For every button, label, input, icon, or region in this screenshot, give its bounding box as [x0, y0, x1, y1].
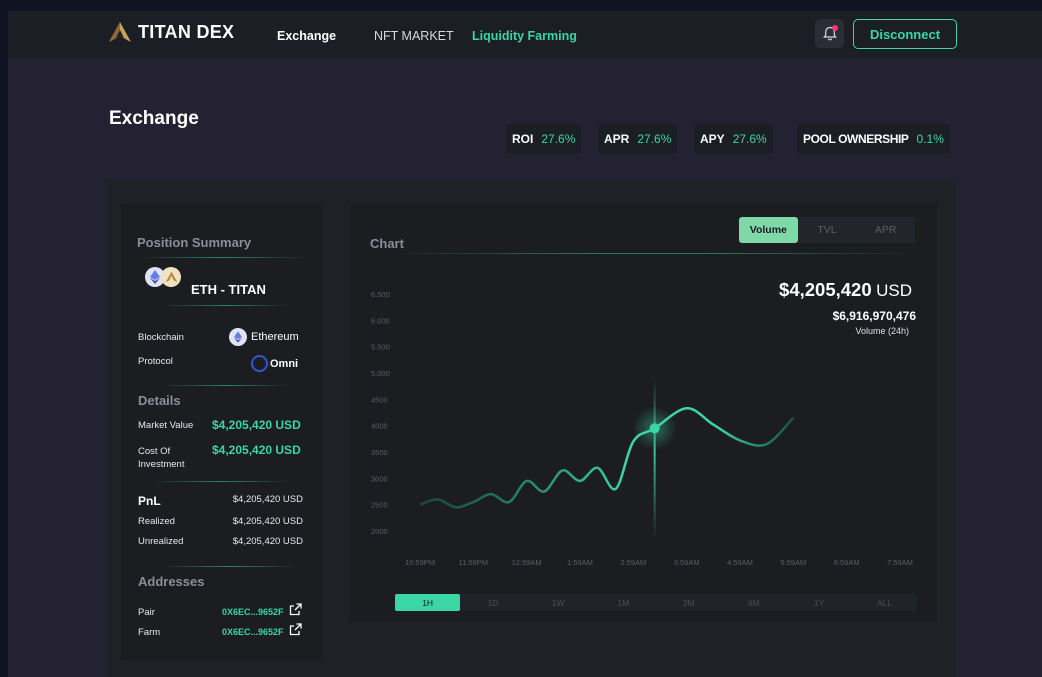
y-tick-label: 6.000 [371, 316, 390, 325]
blockchain-name: Ethereum [251, 331, 299, 343]
position-summary-panel: Position Summary ETH - TITAN Blockchain … [121, 204, 323, 660]
x-tick-label: 1:59AM [567, 558, 593, 567]
y-tick-label: 2000 [371, 527, 388, 536]
timeframe-1m[interactable]: 1M [591, 594, 656, 611]
realized-value: $4,205,420 USD [232, 516, 303, 527]
y-tick-label: 2500 [371, 501, 388, 510]
protocol-value: Omni [251, 355, 298, 372]
stat-label: POOL OWNERSHIP [803, 132, 909, 146]
volume-series-line [419, 407, 795, 509]
y-tick-label: 5.000 [371, 369, 390, 378]
realized-label: Realized [138, 516, 175, 527]
ethereum-icon [229, 328, 247, 346]
stat-apr: APR 27.6% [598, 124, 678, 154]
divider [161, 385, 291, 386]
volume-line-chart: 6.500 6.000 5.500 5.000 4500 4000 3500 3000 2500… [371, 290, 913, 567]
timeframe-1w[interactable]: 1W [526, 594, 591, 611]
x-tick-label: 5:59AM [780, 558, 806, 567]
stat-label: ROI [512, 132, 534, 146]
crosshair-line [653, 379, 656, 539]
stat-value: 0.1% [916, 132, 944, 146]
divider [161, 566, 301, 567]
brand-logo[interactable]: TITAN DEX [108, 21, 234, 43]
farm-address-label: Farm [138, 627, 161, 638]
disconnect-button[interactable]: Disconnect [853, 19, 957, 49]
details-title: Details [138, 393, 181, 408]
x-tick-label: 6:59AM [834, 558, 860, 567]
chart-panel: Chart Volume TVL APR $4,205,420 USD $6,9… [350, 204, 937, 622]
farm-address[interactable]: 0X6EC...9652F [222, 627, 284, 637]
pnl-label: PnL [138, 494, 161, 508]
highlight-point[interactable] [649, 423, 660, 434]
market-value: $4,205,420 USD [212, 418, 301, 432]
titan-logo-icon [109, 22, 131, 42]
pair-name: ETH - TITAN [191, 282, 266, 297]
market-value-label: Market Value [138, 420, 194, 431]
stat-value: 27.6% [541, 132, 576, 146]
divider [151, 481, 291, 482]
protocol-label: Protocol [138, 356, 173, 367]
notification-badge [832, 25, 838, 31]
pair-address-label: Pair [138, 607, 155, 618]
cost-of-investment-label: Cost Of Investment [138, 446, 185, 470]
stat-label: APR [604, 132, 630, 146]
stat-label: APY [700, 132, 725, 146]
timeframe-all[interactable]: ALL [852, 594, 917, 611]
pair-icons [145, 267, 181, 287]
unrealized-value: $4,205,420 USD [232, 536, 303, 547]
x-tick-label: 12:59AM [512, 558, 542, 567]
blockchain-value: Ethereum [229, 328, 299, 346]
timeframe-1h[interactable]: 1H [395, 594, 461, 611]
nav-liquidity-farming[interactable]: Liquidity Farming [472, 29, 577, 43]
y-tick-label: 5.500 [371, 343, 390, 352]
stat-apy: APY 27.6% [694, 124, 773, 154]
pair-address[interactable]: 0X6EC...9652F [222, 607, 284, 617]
top-nav: TITAN DEX Exchange NFT MARKET Liquidity … [8, 11, 1042, 58]
timeframe-1d[interactable]: 1D [460, 594, 525, 611]
stat-value: 27.6% [637, 132, 672, 146]
x-tick-label: 2:59AM [620, 558, 646, 567]
cost-of-investment-value: $4,205,420 USD [212, 443, 301, 457]
unrealized-label: Unrealized [138, 536, 184, 547]
notifications-button[interactable] [815, 19, 844, 48]
titan-token-icon [161, 267, 181, 287]
position-summary-title: Position Summary [137, 235, 252, 250]
omni-icon [251, 355, 268, 372]
stat-value: 27.6% [732, 132, 767, 146]
stat-pool-ownership: POOL OWNERSHIP 0.1% [797, 124, 950, 154]
external-link-icon[interactable] [289, 603, 302, 616]
y-tick-label: 3000 [371, 474, 388, 483]
y-tick-label: 4500 [371, 395, 388, 404]
protocol-name: Omni [270, 357, 299, 370]
divider [161, 305, 291, 306]
brand-name: TITAN DEX [138, 21, 235, 42]
stat-roi: ROI 27.6% [506, 124, 582, 154]
app-frame: TITAN DEX Exchange NFT MARKET Liquidity … [8, 11, 1042, 677]
pnl-value: $4,205,420 USD [232, 494, 303, 505]
timeframe-3m[interactable]: 3M [656, 594, 721, 611]
page-title: Exchange [109, 108, 199, 129]
x-tick-label: 4:59AM [727, 558, 753, 567]
timeframe-6m[interactable]: 6M [721, 594, 786, 611]
timeframe-selector: 1H 1D 1W 1M 3M 6M 1Y ALL [395, 594, 917, 611]
external-link-icon[interactable] [289, 623, 302, 636]
nav-nft-market[interactable]: NFT MARKET [374, 29, 454, 43]
y-tick-label: 4000 [371, 422, 388, 431]
nav-exchange[interactable]: Exchange [277, 29, 336, 43]
y-tick-label: 6.500 [371, 290, 390, 299]
y-tick-label: 3500 [371, 448, 388, 457]
blockchain-label: Blockchain [138, 332, 184, 343]
x-tick-label: 3:59AM [674, 558, 700, 567]
x-tick-label: 10:59PM [405, 558, 435, 567]
divider [137, 257, 307, 258]
x-tick-label: 11:59PM [459, 558, 488, 567]
addresses-title: Addresses [138, 574, 205, 589]
timeframe-1y[interactable]: 1Y [787, 594, 852, 611]
x-tick-label: 7:59AM [887, 558, 913, 567]
